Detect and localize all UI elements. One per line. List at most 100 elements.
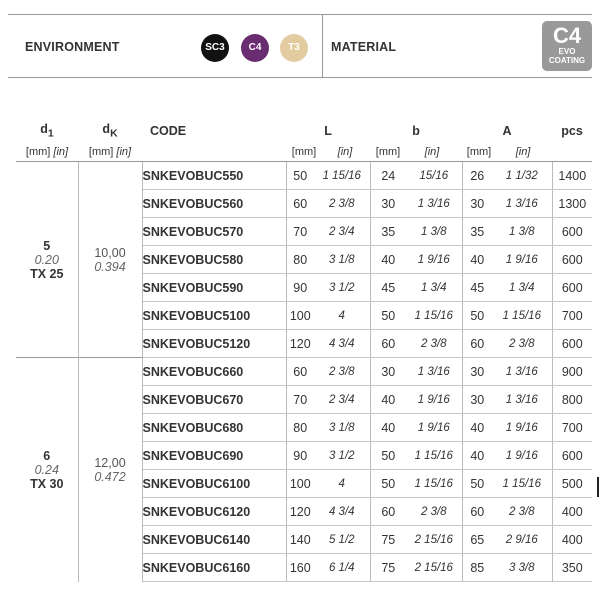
sc3-environment-badge: SC3 <box>201 34 229 62</box>
L-mm-cell: 100 <box>285 301 314 330</box>
b-mm-cell: 30 <box>369 189 407 218</box>
L-in-cell: 4 3/4 <box>314 497 371 526</box>
b-mm-cell: 35 <box>369 217 407 246</box>
divider <box>322 15 323 77</box>
L-in-cell: 3 1/2 <box>314 441 371 470</box>
b-in-cell: 1 3/16 <box>406 189 463 218</box>
d1-mm: 5 <box>43 238 51 253</box>
code-cell: SNKEVOBUC670 <box>142 385 286 414</box>
L-in-cell: 2 3/4 <box>314 385 371 414</box>
b-mm-cell: 50 <box>369 441 407 470</box>
A-in-cell: 3 3/8 <box>492 553 553 582</box>
b-in-cell: 1 9/16 <box>406 245 463 274</box>
b-mm-cell: 24 <box>369 161 407 190</box>
A-in-cell: 2 3/8 <box>492 329 553 358</box>
b-in-cell: 2 15/16 <box>406 525 463 554</box>
b-in-cell: 1 15/16 <box>406 469 463 498</box>
L-mm-cell: 60 <box>285 189 314 218</box>
b-units: [mm] [in] <box>370 142 463 162</box>
code-units <box>142 142 286 162</box>
b-in-cell: 2 15/16 <box>406 553 463 582</box>
A-in-cell: 1 3/16 <box>492 357 553 386</box>
A-in-cell: 2 3/8 <box>492 497 553 526</box>
b-mm-cell: 75 <box>369 525 407 554</box>
b-in-cell: 2 3/8 <box>406 497 463 526</box>
L-mm-cell: 80 <box>285 245 314 274</box>
L-in-cell: 4 <box>314 469 371 498</box>
code-cell: SNKEVOBUC660 <box>142 357 286 386</box>
L-in-cell: 3 1/2 <box>314 273 371 302</box>
d1-mm: 6 <box>43 448 51 463</box>
material-label: MATERIAL <box>331 40 397 54</box>
d1-in: 0.20 <box>34 252 59 267</box>
L-in-cell: 3 1/8 <box>314 245 371 274</box>
L-in-cell: 6 1/4 <box>314 553 371 582</box>
dk-mm: 10,00 <box>94 245 126 260</box>
pcs-cell: 1400 <box>551 161 593 190</box>
header-row: d1 dK CODE L b A pcs <box>16 120 592 142</box>
unit-row: [mm] [in] [mm] [in] [mm] [in] [mm] [in] [m… <box>16 142 593 162</box>
A-mm-cell: 35 <box>461 217 493 246</box>
A-in-cell: 1 3/16 <box>492 385 553 414</box>
dk-in: 0.472 <box>94 469 126 484</box>
A-in-cell: 1 15/16 <box>492 469 553 498</box>
A-in-cell: 1 3/16 <box>492 189 553 218</box>
L-mm-cell: 100 <box>285 469 314 498</box>
d1-units: [mm] [in] <box>16 142 78 162</box>
pcs-cell: 600 <box>551 441 593 470</box>
pcs-units <box>552 142 593 162</box>
A-mm-cell: 26 <box>461 161 493 190</box>
A-in-cell: 1 1/32 <box>492 161 553 190</box>
L-in-cell: 2 3/4 <box>314 217 371 246</box>
A-in-cell: 2 9/16 <box>492 525 553 554</box>
L-mm-cell: 90 <box>285 273 314 302</box>
code-cell: SNKEVOBUC560 <box>142 189 286 218</box>
A-mm-cell: 85 <box>461 553 493 582</box>
A-in-cell: 1 15/16 <box>492 301 553 330</box>
code-header: CODE <box>150 124 187 138</box>
code-cell: SNKEVOBUC690 <box>142 441 286 470</box>
pcs-cell: 900 <box>551 357 593 386</box>
code-cell: SNKEVOBUC580 <box>142 245 286 274</box>
b-mm-cell: 45 <box>369 273 407 302</box>
A-mm-cell: 30 <box>461 357 493 386</box>
L-in-cell: 1 15/16 <box>314 161 371 190</box>
L-in-cell: 4 <box>314 301 371 330</box>
L-in-cell: 3 1/8 <box>314 413 371 442</box>
product-spec-table: d1 dK CODE L b A pcs [mm] [in] [mm] [in]… <box>16 120 593 582</box>
A-mm-cell: 65 <box>461 525 493 554</box>
A-mm-cell: 40 <box>461 413 493 442</box>
d1-cell: 6 0.24 TX 30 <box>16 357 79 582</box>
d1-in: 0.24 <box>34 462 59 477</box>
L-mm-cell: 70 <box>285 217 314 246</box>
A-mm-cell: 30 <box>461 189 493 218</box>
L-in-cell: 5 1/2 <box>314 525 371 554</box>
b-mm-cell: 40 <box>369 385 407 414</box>
b-in-cell: 1 3/4 <box>406 273 463 302</box>
table-row: 6 0.24 TX 30 12,00 0.472 SNKEVOBUC660 60 2 3/8 3… <box>16 357 593 582</box>
b-header: b <box>412 124 420 138</box>
b-in-cell: 1 3/8 <box>406 217 463 246</box>
coating-line1: EVO <box>558 47 576 56</box>
pcs-cell: 600 <box>551 273 593 302</box>
coating-line2: COATING <box>548 56 586 65</box>
L-header: L <box>324 124 332 138</box>
dk-cell: 12,00 0.472 <box>78 357 143 582</box>
dk-cell: 10,00 0.394 <box>78 161 143 358</box>
pcs-cell: 600 <box>551 329 593 358</box>
A-mm-cell: 60 <box>461 497 493 526</box>
A-in-cell: 1 9/16 <box>492 245 553 274</box>
L-mm-cell: 60 <box>285 357 314 386</box>
A-in-cell: 1 9/16 <box>492 413 553 442</box>
code-cell: SNKEVOBUC6100 <box>142 469 286 498</box>
L-mm-cell: 160 <box>285 553 314 582</box>
b-in-cell: 1 15/16 <box>406 301 463 330</box>
c4-environment-badge: C4 <box>241 34 269 62</box>
pcs-cell: 350 <box>551 553 593 582</box>
A-mm-cell: 40 <box>461 441 493 470</box>
b-mm-cell: 60 <box>369 329 407 358</box>
d1-cell: 5 0.20 TX 25 <box>16 161 79 358</box>
product-info-bar: ENVIRONMENT SC3 C4 T3 MATERIAL C4 EVO CO… <box>8 14 592 78</box>
dk-in: 0.394 <box>94 259 126 274</box>
pcs-cell: 700 <box>551 301 593 330</box>
